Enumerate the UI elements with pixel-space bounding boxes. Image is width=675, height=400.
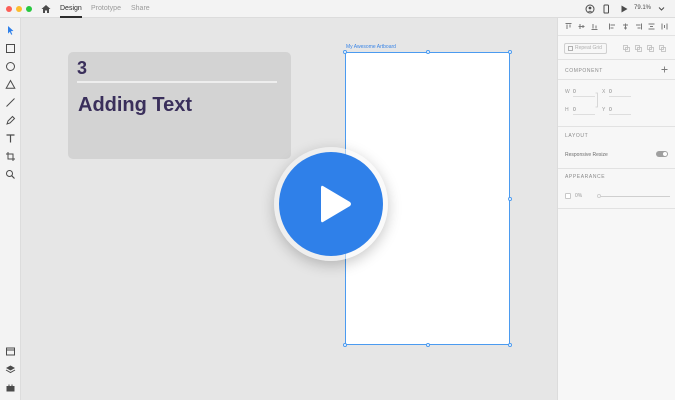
align-center-icon[interactable] — [622, 23, 629, 30]
line-tool-icon[interactable] — [5, 97, 16, 108]
tab-share[interactable]: Share — [131, 4, 150, 14]
lesson-number: 3 — [77, 58, 88, 78]
ellipse-tool-icon[interactable] — [5, 61, 16, 72]
polygon-tool-icon[interactable] — [5, 79, 16, 90]
responsive-resize-label: Responsive Resize — [565, 152, 608, 158]
text-tool-icon[interactable] — [5, 133, 16, 144]
resize-handle-right[interactable] — [508, 196, 512, 201]
opacity-field[interactable]: 0% — [575, 193, 582, 199]
resize-handle-top[interactable] — [425, 50, 430, 54]
chevron-down-icon[interactable] — [658, 5, 665, 12]
distribute-horizontal-icon[interactable] — [661, 23, 668, 30]
video-play-button[interactable] — [274, 147, 388, 261]
artboard-tool-icon[interactable] — [5, 151, 16, 162]
align-middle-icon[interactable] — [578, 23, 585, 30]
align-right-icon[interactable] — [635, 23, 642, 30]
intersect-boolean-icon[interactable] — [647, 45, 654, 52]
user-icon[interactable] — [585, 4, 595, 14]
repeat-grid-icon — [568, 46, 573, 51]
home-icon[interactable] — [41, 4, 51, 14]
panel-divider — [558, 168, 675, 169]
artboard-name-label[interactable]: My Awesome Artboard — [346, 44, 396, 50]
align-left-icon[interactable] — [609, 23, 616, 30]
panel-divider — [558, 208, 675, 209]
layers-icon[interactable] — [5, 364, 16, 375]
assets-icon[interactable] — [5, 346, 16, 357]
plugins-icon[interactable] — [5, 382, 16, 393]
panel-divider — [558, 126, 675, 127]
toggle-knob — [662, 152, 667, 156]
x-position-field[interactable]: 0 — [609, 89, 631, 97]
pen-tool-icon[interactable] — [5, 115, 16, 126]
close-window-button[interactable] — [6, 6, 12, 12]
opacity-checkbox[interactable] — [565, 193, 571, 199]
component-section-label: COMPONENT — [565, 68, 603, 74]
x-label: X — [602, 89, 606, 95]
play-icon[interactable] — [315, 182, 355, 226]
tab-design[interactable]: Design — [60, 4, 82, 18]
play-button-disc[interactable] — [279, 152, 383, 256]
appearance-section-label: APPEARANCE — [565, 174, 606, 180]
lesson-title: Adding Text — [78, 94, 193, 116]
height-field[interactable]: 0 — [573, 107, 595, 115]
add-component-icon[interactable] — [661, 66, 668, 73]
resize-handle-top-right[interactable] — [508, 50, 512, 54]
card-divider — [77, 81, 277, 83]
align-toolbar — [558, 18, 675, 36]
tools-toolbar — [0, 18, 21, 400]
zoom-tool-icon[interactable] — [5, 169, 16, 180]
resize-handle-bottom-right[interactable] — [508, 343, 512, 347]
subtract-boolean-icon[interactable] — [635, 45, 642, 52]
repeat-grid-label: Repeat Grid — [575, 45, 602, 51]
panel-divider — [558, 79, 675, 80]
property-inspector: Repeat Grid COMPONENT W 0 X 0 H 0 Y 0 LA… — [557, 18, 675, 400]
add-boolean-icon[interactable] — [623, 45, 630, 52]
maximize-window-button[interactable] — [26, 6, 32, 12]
responsive-resize-toggle[interactable] — [656, 151, 668, 157]
mobile-preview-icon[interactable] — [601, 4, 611, 14]
align-bottom-icon[interactable] — [591, 23, 598, 30]
opacity-slider[interactable] — [598, 195, 670, 197]
width-field[interactable]: 0 — [573, 89, 595, 97]
resize-handle-bottom[interactable] — [425, 343, 430, 347]
layout-section-label: LAYOUT — [565, 133, 589, 139]
lesson-title-card: 3 Adding Text — [68, 52, 291, 159]
resize-handle-top-left[interactable] — [343, 50, 347, 54]
minimize-window-button[interactable] — [16, 6, 22, 12]
lock-aspect-ratio-icon[interactable] — [595, 92, 600, 108]
panel-divider — [558, 59, 675, 60]
align-top-icon[interactable] — [565, 23, 572, 30]
tab-prototype[interactable]: Prototype — [91, 4, 121, 14]
zoom-level[interactable]: 79.1% — [634, 5, 651, 11]
play-preview-icon[interactable] — [619, 4, 629, 14]
resize-handle-bottom-left[interactable] — [343, 343, 347, 347]
y-label: Y — [602, 107, 606, 113]
distribute-vertical-icon[interactable] — [648, 23, 655, 30]
select-tool-icon[interactable] — [5, 25, 16, 36]
exclude-boolean-icon[interactable] — [659, 45, 666, 52]
opacity-slider-handle[interactable] — [597, 194, 601, 198]
height-label: H — [565, 107, 569, 113]
title-bar: Design Prototype Share 79.1% — [0, 0, 675, 18]
rectangle-tool-icon[interactable] — [5, 43, 16, 54]
y-position-field[interactable]: 0 — [609, 107, 631, 115]
width-label: W — [565, 89, 570, 95]
repeat-grid-button[interactable]: Repeat Grid — [564, 43, 607, 54]
